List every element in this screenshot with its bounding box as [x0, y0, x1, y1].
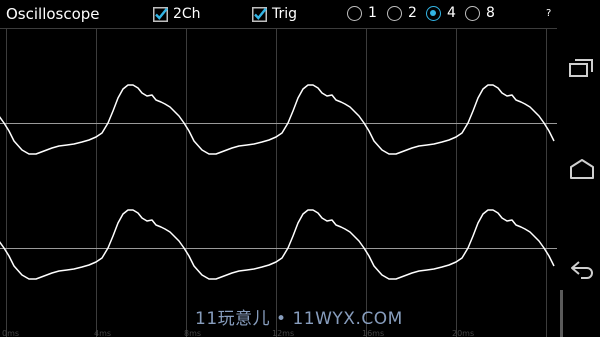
radio-unselected-icon [387, 5, 402, 21]
x-tick-label: 4ms [94, 329, 111, 337]
trigger-label: Trig [272, 6, 298, 22]
checkbox-checked-icon [153, 6, 168, 22]
two-channel-checkbox[interactable]: 2Ch [153, 4, 201, 24]
timebase-radio-4[interactable]: 4 [426, 5, 456, 21]
timebase-radio-8[interactable]: 8 [465, 5, 495, 21]
timebase-label-2: 2 [408, 5, 417, 21]
x-tick-label: 20ms [452, 329, 474, 337]
radio-unselected-icon [347, 5, 362, 21]
help-button[interactable]: ? [546, 8, 551, 19]
timebase-label-8: 8 [486, 5, 495, 21]
scrollbar-indicator [560, 290, 563, 337]
timebase-label-1: 1 [368, 5, 377, 21]
two-channel-label: 2Ch [173, 6, 201, 22]
x-tick-label: 0ms [2, 329, 19, 337]
recent-apps-icon[interactable] [569, 58, 593, 82]
home-icon[interactable] [569, 158, 594, 184]
back-icon[interactable] [569, 260, 593, 284]
timebase-radio-1[interactable]: 1 [347, 5, 377, 21]
toolbar: Oscilloscope 2Ch Trig 1 2 4 8 ? [0, 0, 560, 28]
oscilloscope-display: 0ms 4ms 8ms 12ms 16ms 20ms [0, 28, 557, 337]
x-tick-label: 16ms [362, 329, 384, 337]
timebase-radio-2[interactable]: 2 [387, 5, 417, 21]
x-tick-label: 8ms [184, 329, 201, 337]
x-tick-label: 12ms [272, 329, 294, 337]
timebase-label-4: 4 [447, 5, 456, 21]
system-navigation-bar [557, 0, 600, 337]
app-title: Oscilloscope [6, 5, 100, 23]
trigger-checkbox[interactable]: Trig [252, 4, 297, 24]
radio-unselected-icon [465, 5, 480, 21]
checkbox-checked-icon [252, 6, 267, 22]
grid [0, 28, 557, 337]
watermark: 11玩意儿 • 11WYX.COM [195, 309, 403, 329]
radio-selected-icon [426, 5, 441, 21]
